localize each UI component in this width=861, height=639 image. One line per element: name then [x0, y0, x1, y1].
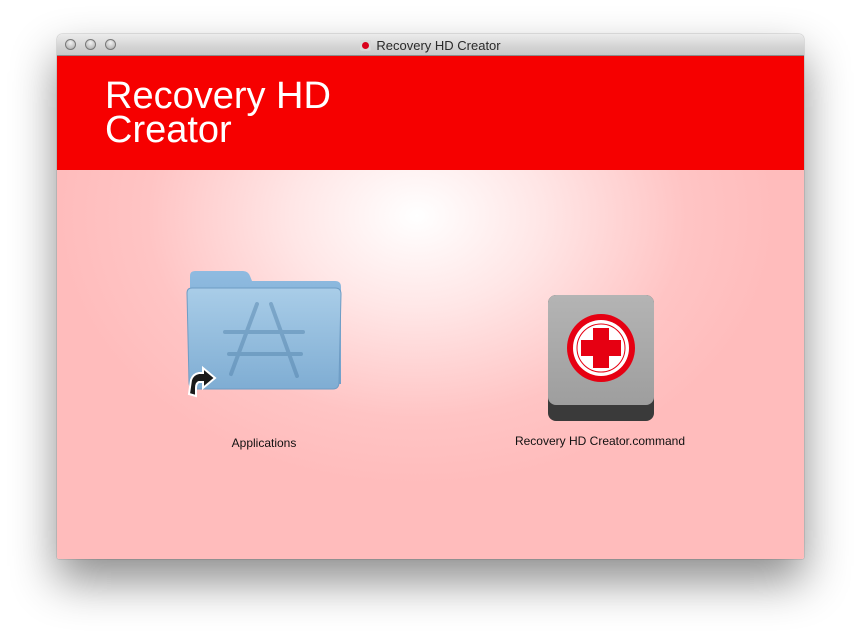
header-banner: Recovery HD Creator — [57, 56, 804, 170]
recovery-command-label[interactable]: Recovery HD Creator.command — [500, 434, 700, 448]
banner-title-line2: Creator — [105, 109, 232, 151]
banner-title-line1: Recovery HD — [105, 75, 331, 117]
applications-folder-icon[interactable] — [185, 264, 345, 404]
finder-window: Recovery HD Creator Recovery HD Creator — [57, 34, 804, 559]
recovery-command-icon[interactable] — [545, 292, 657, 424]
window-content: Recovery HD Creator Applications Recover… — [57, 56, 804, 559]
banner-title: Recovery HD Creator — [105, 75, 405, 151]
document-proxy-icon[interactable] — [360, 39, 372, 51]
window-title-text: Recovery HD Creator — [376, 37, 501, 53]
applications-label[interactable]: Applications — [214, 436, 314, 450]
title-bar[interactable]: Recovery HD Creator — [57, 34, 804, 56]
window-title: Recovery HD Creator — [57, 34, 804, 56]
